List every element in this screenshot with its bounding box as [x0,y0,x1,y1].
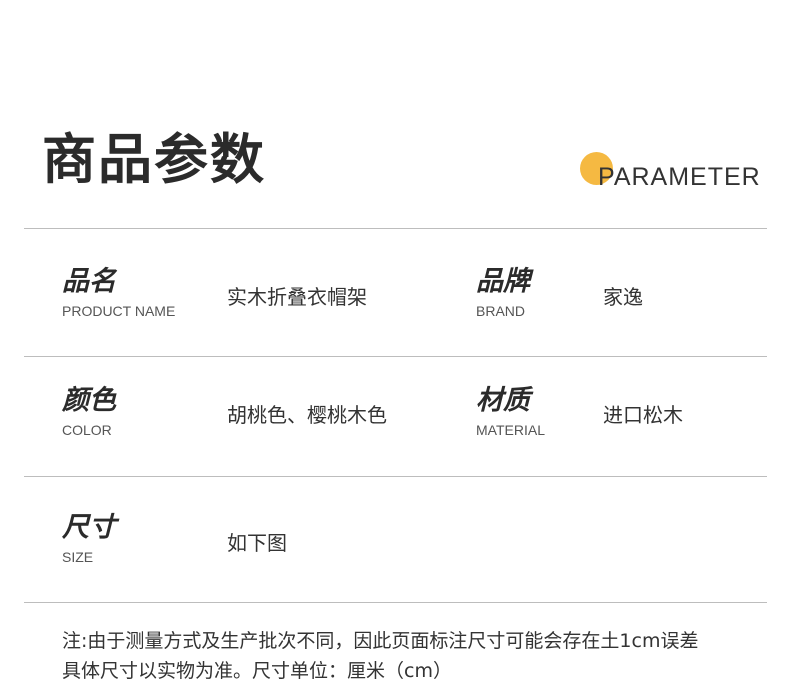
param-label-material: 材质 [476,385,530,416]
param-label-color: 颜色 [62,385,116,416]
divider [24,476,767,477]
param-value-material: 进口松木 [603,403,683,427]
divider [24,356,767,357]
disclaimer-note: 注:由于测量方式及生产批次不同，因此页面标注尺寸可能会存在土1cm误差 具体尺寸… [62,626,762,686]
param-label-brand: 品牌 [476,266,530,297]
parameter-label: PARAMETER [598,163,761,191]
param-label-material-en: MATERIAL [476,422,545,438]
param-label-product-name: 品名 [62,266,116,297]
param-label-color-en: COLOR [62,422,112,438]
param-label-size: 尺寸 [62,512,116,543]
param-label-brand-en: BRAND [476,303,526,319]
divider [24,602,767,603]
param-label-product-name-en: PRODUCT NAME [62,303,176,319]
param-label-size-en: SIZE [62,549,94,565]
param-value-color: 胡桃色、樱桃木色 [227,403,387,427]
param-value-brand: 家逸 [603,285,643,309]
divider [24,228,767,229]
note-line-2: 具体尺寸以实物为准。尺寸单位：厘米（cm） [62,660,452,682]
parameter-heading: PARAMETER [580,152,770,192]
param-value-product-name: 实木折叠衣帽架 [227,285,367,309]
note-line-1: 注:由于测量方式及生产批次不同，因此页面标注尺寸可能会存在土1cm误差 [62,630,699,652]
param-value-size: 如下图 [227,531,287,555]
page-title: 商品参数 [42,128,266,191]
